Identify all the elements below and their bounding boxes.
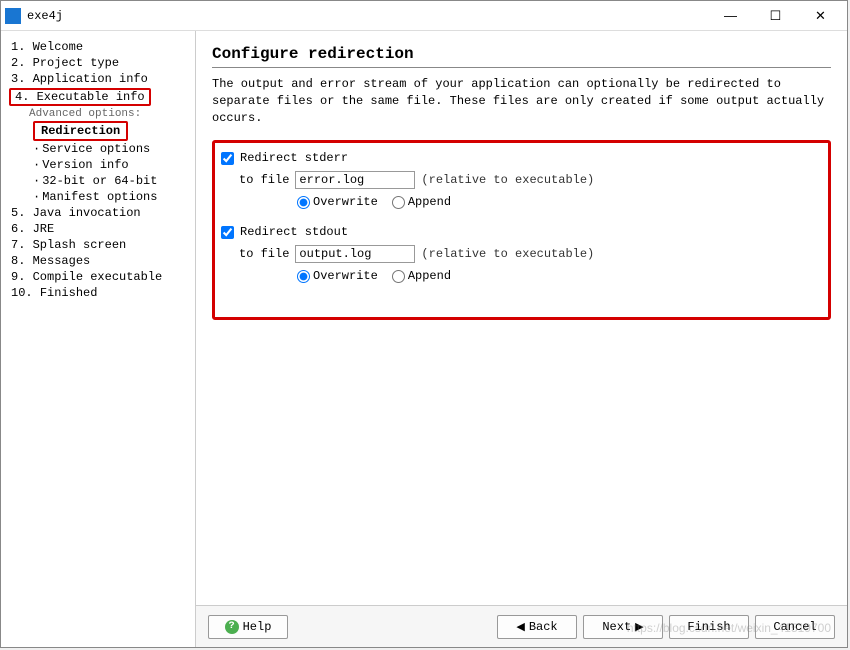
sidebar-subitem-manifest-options[interactable]: ·Manifest options [11, 189, 195, 205]
window-title: exe4j [27, 9, 708, 23]
wizard-sidebar: 1. Welcome 2. Project type 3. Applicatio… [1, 31, 196, 647]
sidebar-item-compile-executable[interactable]: 9. Compile executable [11, 269, 195, 285]
stderr-section: Redirect stderr to file (relative to exe… [221, 151, 816, 209]
sidebar-item-jre[interactable]: 6. JRE [11, 221, 195, 237]
stdout-file-input[interactable] [295, 245, 415, 263]
stdout-overwrite-radio-label[interactable]: Overwrite [297, 269, 378, 283]
arrow-right-icon: ▶ [635, 620, 643, 633]
sidebar-subitem-service-options[interactable]: ·Service options [11, 141, 195, 157]
window-controls: — ☐ ✕ [708, 2, 843, 30]
help-button[interactable]: ?Help [208, 615, 288, 639]
sidebar-item-splash-screen[interactable]: 7. Splash screen [11, 237, 195, 253]
wizard-footer: ?Help ◀Back Next▶ Finish Cancel [196, 605, 847, 647]
sidebar-item-application-info[interactable]: 3. Application info [11, 71, 195, 87]
maximize-button[interactable]: ☐ [753, 2, 798, 30]
main-content: Configure redirection The output and err… [196, 31, 847, 605]
back-button[interactable]: ◀Back [497, 615, 577, 639]
stdout-tofile-label: to file [239, 247, 289, 261]
main-panel: Configure redirection The output and err… [196, 31, 847, 647]
close-button[interactable]: ✕ [798, 2, 843, 30]
redirect-stdout-checkbox[interactable] [221, 226, 234, 239]
redirect-stderr-label: Redirect stderr [240, 151, 348, 165]
stdout-section: Redirect stdout to file (relative to exe… [221, 225, 816, 283]
sidebar-subitem-32bit-64bit[interactable]: ·32-bit or 64-bit [11, 173, 195, 189]
stdout-hint: (relative to executable) [421, 247, 594, 261]
sidebar-subitem-redirection[interactable]: Redirection [11, 121, 195, 141]
app-icon [5, 8, 21, 24]
sidebar-item-welcome[interactable]: 1. Welcome [11, 39, 195, 55]
redirect-stdout-label: Redirect stdout [240, 225, 348, 239]
sidebar-item-finished[interactable]: 10. Finished [11, 285, 195, 301]
stderr-append-radio-label[interactable]: Append [392, 195, 451, 209]
redirect-stderr-checkbox[interactable] [221, 152, 234, 165]
titlebar: exe4j — ☐ ✕ [1, 1, 847, 31]
sidebar-item-messages[interactable]: 8. Messages [11, 253, 195, 269]
sidebar-item-executable-info[interactable]: 4. Executable info [11, 87, 195, 107]
stdout-append-radio[interactable] [392, 270, 405, 283]
stderr-overwrite-radio-label[interactable]: Overwrite [297, 195, 378, 209]
app-window: exe4j — ☐ ✕ 1. Welcome 2. Project type 3… [0, 0, 848, 648]
sidebar-subitem-version-info[interactable]: ·Version info [11, 157, 195, 173]
stderr-file-input[interactable] [295, 171, 415, 189]
arrow-left-icon: ◀ [516, 620, 524, 633]
page-title: Configure redirection [212, 45, 831, 68]
minimize-button[interactable]: — [708, 2, 753, 30]
sidebar-advanced-label: Advanced options: [11, 107, 195, 121]
finish-button[interactable]: Finish [669, 615, 749, 639]
next-button[interactable]: Next▶ [583, 615, 663, 639]
sidebar-item-java-invocation[interactable]: 5. Java invocation [11, 205, 195, 221]
stderr-append-radio[interactable] [392, 196, 405, 209]
stdout-overwrite-radio[interactable] [297, 270, 310, 283]
help-icon: ? [225, 620, 239, 634]
redirect-highlight-box: Redirect stderr to file (relative to exe… [212, 140, 831, 320]
cancel-button[interactable]: Cancel [755, 615, 835, 639]
stdout-append-radio-label[interactable]: Append [392, 269, 451, 283]
stderr-overwrite-radio[interactable] [297, 196, 310, 209]
stderr-tofile-label: to file [239, 173, 289, 187]
sidebar-item-project-type[interactable]: 2. Project type [11, 55, 195, 71]
stderr-hint: (relative to executable) [421, 173, 594, 187]
body: 1. Welcome 2. Project type 3. Applicatio… [1, 31, 847, 647]
page-description: The output and error stream of your appl… [212, 76, 831, 126]
